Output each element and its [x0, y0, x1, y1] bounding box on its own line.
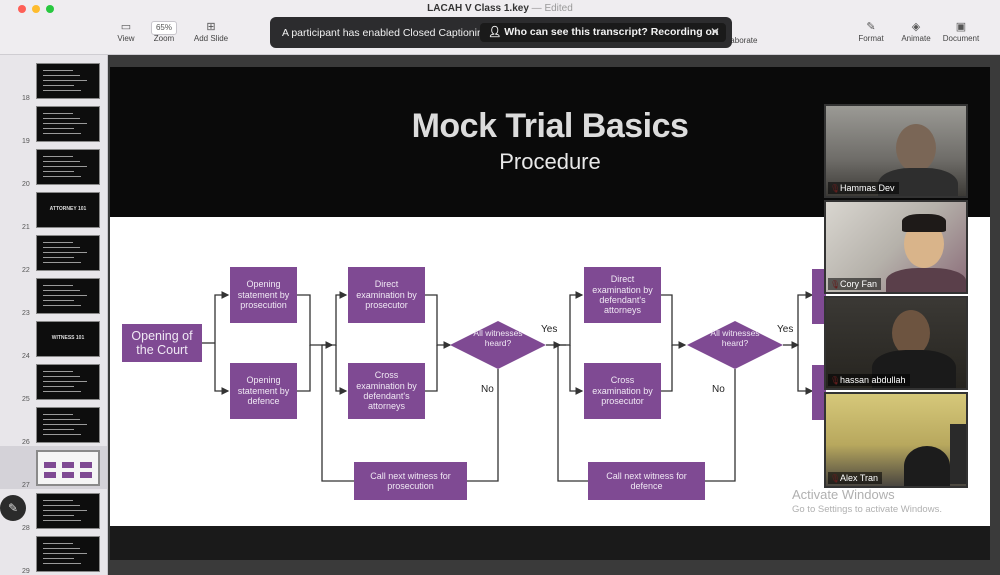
- slide-number: 29: [22, 568, 30, 575]
- slide-thumbnail[interactable]: 25: [0, 360, 107, 403]
- participant-name: Hammas Dev: [828, 182, 899, 194]
- slide-preview: [36, 364, 100, 400]
- participant-face: [896, 124, 936, 172]
- transcript-visibility-button[interactable]: 👤︎ Who can see this transcript? Recordin…: [480, 23, 727, 42]
- no-label-1: No: [481, 384, 494, 395]
- video-tile-3[interactable]: 🎙︎ hassan abdullah: [824, 296, 968, 390]
- participant-body: [886, 268, 966, 292]
- close-icon[interactable]: ✕: [710, 25, 720, 39]
- slide-preview-title: WITNESS 101: [51, 335, 85, 341]
- direct-defendant-box: Direct examination by defendant's attorn…: [584, 267, 661, 323]
- slide-number: 23: [22, 310, 30, 317]
- slide-preview: WITNESS 101: [36, 321, 100, 357]
- opening-of-court-box: Opening of the Court: [122, 324, 202, 362]
- slide-preview: [36, 63, 100, 99]
- document-button[interactable]: ▣ Document: [936, 20, 986, 43]
- slide-thumbnail[interactable]: 20: [0, 145, 107, 188]
- participant-name: hassan abdullah: [828, 374, 910, 386]
- slide-preview: [36, 407, 100, 443]
- slide-preview: [36, 149, 100, 185]
- slide-number: 26: [22, 439, 30, 446]
- slide-number: 18: [22, 95, 30, 102]
- toolbar: LACAH V Class 1.key — Edited ▭ View 65% …: [0, 0, 1000, 55]
- slide-thumbnail[interactable]: 29: [0, 532, 107, 575]
- slide-number: 25: [22, 396, 30, 403]
- slide-footer: [110, 526, 990, 560]
- document-title: LACAH V Class 1.key: [427, 3, 529, 14]
- window-title: LACAH V Class 1.key — Edited: [427, 3, 573, 14]
- paintbrush-icon: ✎: [866, 21, 876, 33]
- slide-number: 22: [22, 267, 30, 274]
- call-next-defence-box: Call next witness for defence: [588, 462, 705, 500]
- slide-thumbnail[interactable]: 21 ATTORNEY 101: [0, 188, 107, 231]
- slide-preview: [36, 235, 100, 271]
- slide-thumbnail[interactable]: 19: [0, 102, 107, 145]
- slide-thumbnail[interactable]: 26: [0, 403, 107, 446]
- all-witnesses-label-1: All witnesses heard?: [473, 328, 523, 348]
- slide-number: 19: [22, 138, 30, 145]
- slide-number: 20: [22, 181, 30, 188]
- participant-hair: [902, 214, 946, 232]
- slide-preview: [36, 278, 100, 314]
- slide-thumbnail[interactable]: 22: [0, 231, 107, 274]
- opening-defence-box: Opening statement by defence: [230, 363, 297, 419]
- person-icon: 👤︎: [488, 26, 505, 38]
- slide-preview: [36, 493, 100, 529]
- document-status: Edited: [544, 3, 573, 14]
- background-object: [950, 424, 966, 484]
- animate-icon: ◈: [911, 21, 921, 33]
- slide-number: 28: [22, 525, 30, 532]
- participant-name: Alex Tran: [828, 472, 883, 484]
- opening-prosecution-box: Opening statement by prosecution: [230, 267, 297, 323]
- slide-thumbnail[interactable]: 24 WITNESS 101: [0, 317, 107, 360]
- slide-preview: [36, 536, 100, 572]
- slide-thumbnail[interactable]: 27: [0, 446, 107, 489]
- captioning-notification: A participant has enabled Closed Caption…: [270, 17, 732, 48]
- video-tile-4[interactable]: 🎙︎ Alex Tran: [824, 392, 968, 488]
- add-slide-icon: ⊞: [206, 21, 216, 33]
- slide-number: 24: [22, 353, 30, 360]
- zoom-control[interactable]: 65% Zoom: [139, 20, 189, 43]
- format-button[interactable]: ✎ Format: [846, 20, 896, 43]
- video-tile-2[interactable]: 🎙︎ Cory Fan: [824, 200, 968, 294]
- slide-preview: ATTORNEY 101: [36, 192, 100, 228]
- cross-defendant-box: Cross examination by defendant's attorne…: [348, 363, 425, 419]
- no-label-2: No: [712, 384, 725, 395]
- animate-button[interactable]: ◈ Animate: [891, 20, 941, 43]
- yes-label-2: Yes: [777, 324, 794, 335]
- participant-name: Cory Fan: [828, 278, 882, 290]
- keynote-window: LACAH V Class 1.key — Edited ▭ View 65% …: [0, 0, 1000, 575]
- yes-label-1: Yes: [541, 324, 558, 335]
- slide-thumbnail[interactable]: 23: [0, 274, 107, 317]
- slide-preview-title: ATTORNEY 101: [49, 206, 87, 212]
- notification-text: A participant has enabled Closed Caption…: [282, 27, 489, 39]
- slide-preview: [36, 450, 100, 486]
- video-tile-1[interactable]: 🎙︎ Hammas Dev: [824, 104, 968, 198]
- pen-icon[interactable]: ✎: [0, 495, 26, 521]
- zoom-value[interactable]: 65%: [150, 21, 177, 35]
- activate-windows-watermark: Activate Windows Go to Settings to activ…: [792, 487, 942, 515]
- all-witnesses-label-2: All witnesses heard?: [710, 328, 760, 348]
- slide-number: 21: [22, 224, 30, 231]
- cross-prosecutor-box: Cross examination by prosecutor: [584, 363, 661, 419]
- call-next-prosecution-box: Call next witness for prosecution: [354, 462, 467, 500]
- slide-preview: [36, 106, 100, 142]
- document-icon: ▣: [955, 21, 967, 33]
- slide-number: 27: [22, 482, 30, 489]
- direct-prosecutor-box: Direct examination by prosecutor: [348, 267, 425, 323]
- add-slide-button[interactable]: ⊞ Add Slide: [186, 20, 236, 43]
- slide-thumbnail[interactable]: 18: [0, 59, 107, 102]
- participant-head: [904, 446, 950, 486]
